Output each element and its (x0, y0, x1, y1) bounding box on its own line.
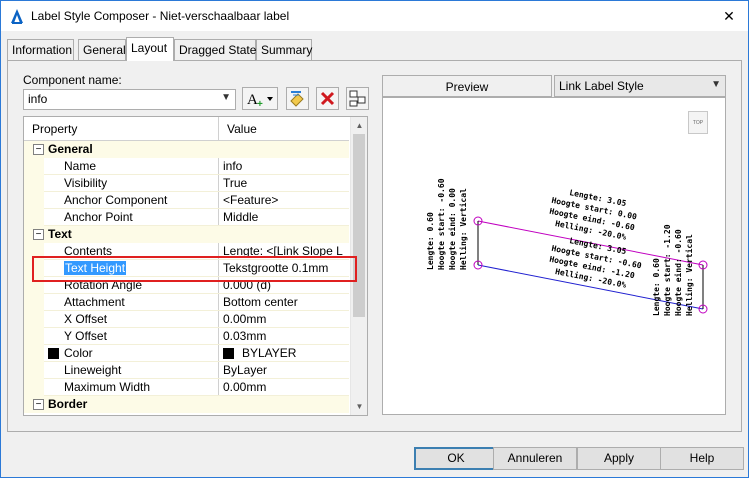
property-row-y-offset[interactable]: Y Offset 0.03mm (24, 328, 349, 345)
component-name-label: Component name: (23, 73, 122, 87)
collapse-icon[interactable]: − (33, 229, 44, 240)
window-title: Label Style Composer - Niet-verschaalbaa… (31, 9, 290, 23)
tab-dragged-state[interactable]: Dragged State (174, 39, 256, 60)
label-style-dropdown[interactable]: Link Label Style ▼ (554, 75, 726, 97)
property-row-color[interactable]: Color BYLAYER (24, 345, 349, 362)
tab-layout[interactable]: Layout (126, 37, 174, 61)
ok-button[interactable]: OK (414, 447, 498, 470)
tab-information[interactable]: Information (7, 39, 74, 60)
property-column-header[interactable]: Property (24, 117, 219, 141)
preview-label-right-line: Lengte: 0.60 (652, 258, 661, 316)
scroll-thumb[interactable] (353, 134, 365, 317)
svg-text:Helling: Vertical: Helling: Vertical (684, 234, 694, 316)
tab-summary[interactable]: Summary (256, 39, 312, 60)
copy-component-icon (290, 91, 304, 107)
close-icon[interactable]: ✕ (716, 5, 742, 27)
svg-text:Hoogte eind: -0.60: Hoogte eind: -0.60 (673, 229, 683, 316)
preview-label: Preview (382, 75, 552, 97)
add-component-button[interactable]: A + (242, 87, 278, 110)
help-button[interactable]: Help (660, 447, 744, 470)
property-row-anchor-point[interactable]: Anchor Point Middle (24, 209, 349, 226)
apply-button[interactable]: Apply (577, 447, 661, 470)
preview-drawing: Lengte: 0.60 Hoogte start: -0.60 Hoogte … (426, 178, 708, 316)
svg-text:+: + (257, 99, 263, 109)
property-row-name[interactable]: Name info (24, 158, 349, 175)
chevron-down-icon: ▼ (711, 79, 721, 90)
property-row-visibility[interactable]: Visibility True (24, 175, 349, 192)
label-style-value: Link Label Style (559, 79, 644, 93)
copy-component-button[interactable] (286, 87, 309, 110)
category-text[interactable]: − Text (24, 226, 349, 243)
svg-text:Hoogte start: -1.20: Hoogte start: -1.20 (663, 224, 672, 316)
property-row-lineweight[interactable]: Lineweight ByLayer (24, 362, 349, 379)
preview-label-left-line: Lengte: 0.60 (426, 212, 435, 270)
label-style-composer-window: Label Style Composer - Niet-verschaalbaa… (0, 0, 749, 478)
civil3d-app-icon (11, 9, 23, 24)
component-name-value: info (28, 92, 48, 106)
property-row-attachment[interactable]: Attachment Bottom center (24, 294, 349, 311)
collapse-icon[interactable]: − (33, 144, 44, 155)
color-swatch-icon (223, 348, 234, 359)
preview-canvas[interactable]: Lengte: 0.60 Hoogte start: -0.60 Hoogte … (382, 97, 726, 415)
component-order-button[interactable] (346, 87, 369, 110)
view-top-button[interactable]: TOP (688, 111, 708, 134)
svg-text:Hoogte eind: 0.00: Hoogte eind: 0.00 (447, 188, 457, 270)
scroll-down-icon[interactable]: ▼ (351, 398, 367, 415)
value-column-header[interactable]: Value (219, 117, 349, 141)
svg-text:Hoogte start: -0.60: Hoogte start: -0.60 (437, 178, 446, 270)
scroll-up-icon[interactable]: ▲ (351, 117, 367, 134)
text-height-highlight-box (32, 256, 357, 282)
category-border[interactable]: − Border (24, 396, 349, 413)
grid-header: Property Value (24, 117, 349, 141)
delete-component-button[interactable] (316, 87, 339, 110)
component-order-icon (349, 90, 366, 107)
property-row-x-offset[interactable]: X Offset 0.00mm (24, 311, 349, 328)
collapse-icon[interactable]: − (33, 399, 44, 410)
svg-text:Helling: Vertical: Helling: Vertical (458, 188, 468, 270)
tab-general[interactable]: General (78, 39, 126, 60)
delete-component-icon (320, 91, 335, 106)
cancel-button[interactable]: Annuleren (493, 447, 577, 470)
category-general[interactable]: − General (24, 141, 349, 158)
component-name-dropdown[interactable]: info ▼ (23, 89, 236, 110)
chevron-down-icon: ▼ (221, 92, 231, 103)
title-bar: Label Style Composer - Niet-verschaalbaa… (1, 1, 748, 31)
color-swatch-icon (48, 348, 59, 359)
property-row-maximum-width[interactable]: Maximum Width 0.00mm (24, 379, 349, 396)
property-row-anchor-component[interactable]: Anchor Component <Feature> (24, 192, 349, 209)
add-component-icon: A + (247, 92, 273, 110)
